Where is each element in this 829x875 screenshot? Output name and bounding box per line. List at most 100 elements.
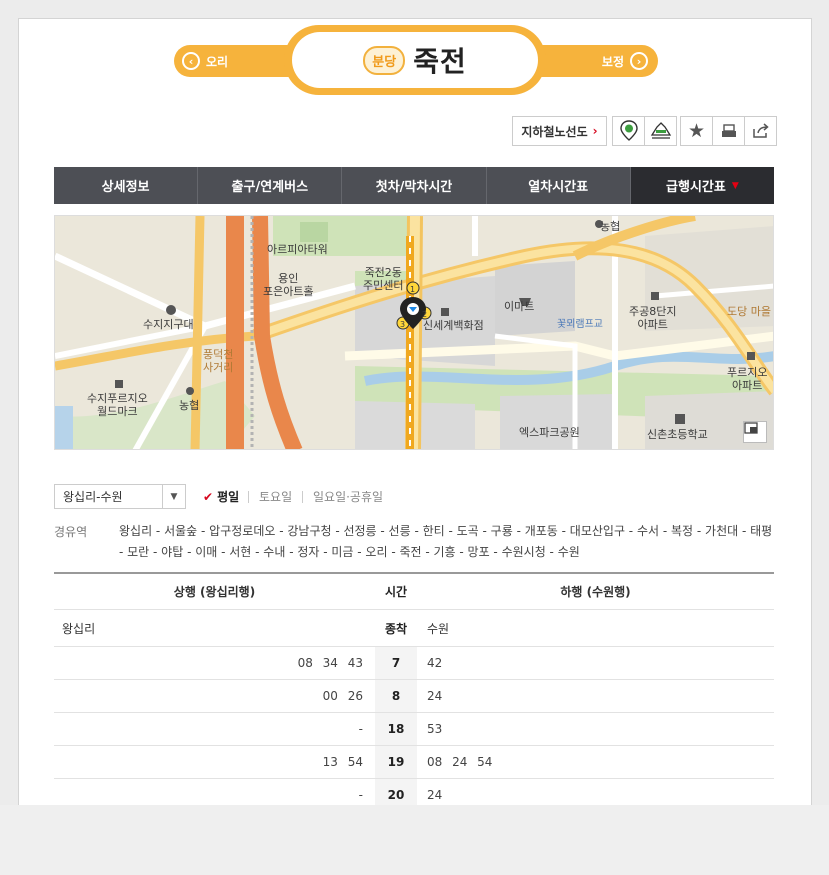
hour-cell: 19 [375, 746, 417, 778]
table-row: - 18 53 [54, 713, 774, 746]
table-row: 08 34 43 7 42 [54, 647, 774, 680]
map-label: 이마트 [504, 300, 535, 313]
up-minutes: - [358, 722, 363, 736]
chevron-left-icon: ‹ [182, 52, 200, 70]
chevron-down-icon: ▼ [162, 485, 185, 508]
map-label: 주공8단지 아파트 [629, 305, 677, 331]
subway-train-button[interactable] [644, 116, 677, 146]
location-pin-button[interactable] [612, 116, 645, 146]
station-name: 죽전 [413, 45, 467, 78]
table-row: 00 26 8 24 [54, 680, 774, 713]
tab-label: 첫차/막차시간 [375, 180, 453, 195]
prev-station-label: 오리 [206, 54, 229, 69]
hour-cell: 20 [375, 779, 417, 805]
map-canvas [55, 216, 773, 449]
tab-label: 상세정보 [101, 180, 150, 195]
chevron-right-icon: › [630, 52, 648, 70]
tab-label: 열차시간표 [528, 180, 589, 195]
map-label: 신세계백화점 [423, 319, 484, 332]
subway-map-button[interactable]: 지하철노선도 › [512, 116, 607, 146]
up-minutes: 00 26 [322, 689, 363, 703]
header-down: 하행 (수원행) [560, 585, 631, 599]
tab-exits[interactable]: 출구/연계버스 [198, 167, 343, 204]
exit-number: 2 [422, 310, 428, 319]
line-badge: 분당 [363, 45, 406, 75]
map-label: 엑스파크공원 [519, 426, 580, 439]
tab-label: 급행시간표 [666, 180, 726, 195]
via-stations-list: 왕십리 - 서울숲 - 압구정로데오 - 강남구청 - 선정릉 - 선릉 - 한… [119, 524, 773, 559]
map-label: 아르피아타워 [267, 243, 328, 256]
map-label: 꽃뫼램프교 [557, 319, 603, 330]
express-timetable: 상행 (왕십리행) 시간 하행 (수원행) 왕십리 종착 수원 08 34 43… [54, 572, 774, 805]
day-type-holiday[interactable]: 일요일·공휴일 [313, 484, 383, 509]
hour-cell: 8 [375, 680, 417, 712]
up-minutes: - [358, 788, 363, 802]
map-expand-button[interactable] [743, 421, 767, 443]
direction-value: 왕십리-수원 [63, 490, 123, 504]
down-minutes: 42 [427, 656, 443, 670]
table-row: - 20 24 [54, 779, 774, 805]
caret-down-icon: ▼ [731, 180, 739, 191]
terminal-down: 수원 [427, 621, 450, 636]
map-label: 수지지구대 [143, 318, 194, 331]
print-button[interactable] [712, 116, 745, 146]
day-type-saturday[interactable]: 토요일 [259, 484, 292, 509]
share-button[interactable] [744, 116, 777, 146]
check-icon: ✔ [203, 489, 214, 504]
map-label: 농협 [600, 220, 621, 233]
terminal-label: 종착 [375, 610, 417, 646]
tab-label: 출구/연계버스 [231, 180, 309, 195]
map-label: 용인 포은아트홀 [263, 272, 314, 298]
info-tabs: 상세정보 출구/연계버스 첫차/막차시간 열차시간표 급행시간표 ▼ [54, 167, 775, 204]
divider [302, 491, 303, 503]
station-title-pill: 분당 죽전 [284, 25, 546, 95]
table-row: 13 54 19 08 24 54 [54, 746, 774, 779]
prev-station-button[interactable]: ‹ 오리 [182, 45, 228, 77]
print-icon [721, 124, 736, 137]
station-map[interactable]: 아르피아타워 용인 포은아트홀 죽전2동 주민센터 수지지구대 풍덕천 사거리 … [54, 215, 774, 450]
chevron-right-icon: › [592, 124, 598, 138]
terminal-up: 왕십리 [62, 621, 96, 636]
tab-timetable[interactable]: 열차시간표 [487, 167, 631, 204]
map-label: 농협 [179, 399, 200, 412]
map-label: 죽전2동 주민센터 [363, 266, 404, 292]
page-background [0, 805, 829, 875]
terminal-row: 왕십리 종착 수원 [54, 610, 774, 647]
divider [248, 491, 249, 503]
expand-icon [744, 422, 758, 434]
next-station-button[interactable]: 보정 › [602, 45, 648, 77]
star-icon: ★ [687, 120, 706, 142]
up-minutes: 13 54 [322, 755, 363, 769]
table-header: 상행 (왕십리행) 시간 하행 (수원행) [54, 574, 774, 610]
day-type-label: 일요일·공휴일 [313, 490, 384, 504]
hour-cell: 7 [375, 647, 417, 679]
down-minutes: 24 [427, 788, 443, 802]
exit-number: 1 [410, 285, 416, 294]
up-minutes: 08 34 43 [297, 656, 363, 670]
day-type-label: 토요일 [259, 490, 293, 504]
tab-express[interactable]: 급행시간표 ▼ [630, 167, 775, 204]
hour-cell: 18 [375, 713, 417, 745]
map-label: 수지푸르지오 월드마크 [87, 392, 148, 418]
station-card: ‹ 오리 보정 › 분당 죽전 지하철노선도 › ★ 상세정보 출구/연계버스 … [18, 18, 812, 806]
exit-number: 3 [400, 320, 406, 329]
down-minutes: 53 [427, 722, 443, 736]
map-label: 신촌초등학교 [647, 428, 708, 441]
day-type-label: 평일 [217, 490, 240, 504]
tab-first-last[interactable]: 첫차/막차시간 [342, 167, 487, 204]
header-time: 시간 [375, 574, 417, 609]
train-icon [650, 122, 671, 139]
down-minutes: 08 24 54 [427, 755, 493, 769]
direction-select[interactable]: 왕십리-수원 ▼ [54, 484, 186, 509]
map-label: 푸르지오 아파트 [727, 366, 768, 392]
day-type-weekday[interactable]: ✔ 평일 [203, 484, 239, 509]
next-station-label: 보정 [601, 54, 624, 69]
tab-detail[interactable]: 상세정보 [54, 167, 199, 204]
location-pin-icon [619, 120, 638, 141]
down-minutes: 24 [427, 689, 443, 703]
subway-map-label: 지하철노선도 [521, 124, 588, 139]
share-icon [752, 123, 769, 138]
map-label: 도당 마을 [727, 305, 771, 318]
favorite-button[interactable]: ★ [680, 116, 713, 146]
map-label: 풍덕천 사거리 [203, 348, 234, 374]
